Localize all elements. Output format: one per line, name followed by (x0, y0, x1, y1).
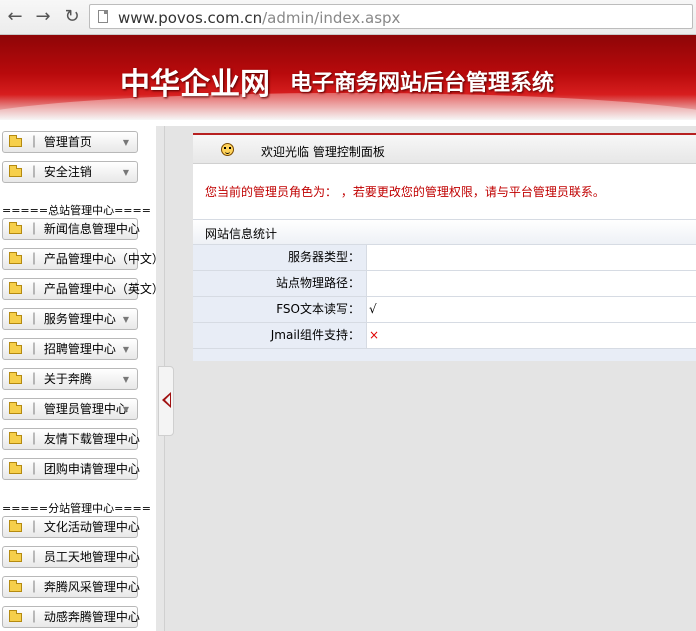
sidebar-item-admins[interactable]: ｜ 管理员管理中心 ▼ (2, 398, 138, 420)
folder-icon (9, 252, 22, 264)
sidebar-item-logout[interactable]: ｜ 安全注销 ▼ (2, 161, 138, 183)
folder-icon (9, 580, 22, 592)
folder-icon (9, 402, 22, 414)
panel-header: 欢迎光临 管理控制面板 (193, 135, 696, 164)
sidebar-item-staff[interactable]: ｜ 员工天地管理中心 (2, 546, 140, 568)
sidebar-item-downloads[interactable]: ｜ 友情下载管理中心 (2, 428, 140, 450)
sidebar-item-label: ｜ 产品管理中心（英文） (28, 282, 156, 296)
stats-section-header: 网站信息统计 (193, 219, 696, 245)
stat-label: FSO文本读写： (193, 297, 367, 322)
folder-icon (9, 462, 22, 474)
table-row: 服务器类型： (193, 245, 696, 271)
sidebar-item-label: ｜ 员工天地管理中心 (28, 550, 140, 564)
panel-header-title: 欢迎光临 管理控制面板 (261, 145, 385, 159)
control-panel: 欢迎光临 管理控制面板 您当前的管理员角色为： ，若要更改您的管理权限，请与平台… (193, 133, 696, 361)
page-icon (98, 10, 108, 23)
sidebar-item-label: ｜ 产品管理中心（中文） (28, 252, 156, 266)
url-text: www.povos.com.cn/admin/index.aspx (118, 9, 400, 27)
sidebar-item-about[interactable]: ｜ 关于奔腾 ▼ (2, 368, 138, 390)
chevron-down-icon: ▼ (122, 315, 129, 324)
folder-icon (9, 222, 22, 234)
chevron-down-icon: ▼ (122, 345, 129, 354)
sidebar-menu: ｜ 管理首页 ▼ ｜ 安全注销 ▼ =====总站管理中心==== ｜ 新闻信息… (0, 126, 156, 631)
group-title-sub-site: =====分站管理中心==== (2, 502, 151, 515)
banner-subtitle: 电子商务网站后台管理系统 (290, 71, 555, 96)
role-notice: 您当前的管理员角色为： ，若要更改您的管理权限，请与平台管理员联系。 (205, 185, 605, 199)
sidebar-item-label: ｜ 招聘管理中心 (28, 342, 116, 356)
panel-footer (193, 349, 696, 361)
folder-icon (9, 432, 22, 444)
url-host: www.povos.com.cn (118, 9, 263, 27)
folder-icon (9, 550, 22, 562)
sidebar-item-label: ｜ 动感奔腾管理中心 (28, 610, 140, 624)
sidebar-item-showcase[interactable]: ｜ 奔腾风采管理中心 (2, 576, 140, 598)
stat-label: Jmail组件支持： (193, 323, 367, 348)
folder-icon (9, 135, 22, 147)
sidebar-item-label: ｜ 奔腾风采管理中心 (28, 580, 140, 594)
sidebar-item-dynamic[interactable]: ｜ 动感奔腾管理中心 (2, 606, 140, 628)
table-row: Jmail组件支持： × (193, 323, 696, 349)
folder-icon (9, 520, 22, 532)
group-title-main-site: =====总站管理中心==== (2, 204, 151, 217)
folder-icon (9, 165, 22, 177)
sidebar-item-products-cn[interactable]: ｜ 产品管理中心（中文） (2, 248, 156, 270)
folder-icon (9, 342, 22, 354)
sidebar-item-label: ｜ 管理员管理中心 (28, 402, 128, 416)
sidebar-item-label: ｜ 友情下载管理中心 (28, 432, 140, 446)
sidebar-item-recruitment[interactable]: ｜ 招聘管理中心 ▼ (2, 338, 138, 360)
sidebar-item-label: ｜ 服务管理中心 (28, 312, 116, 326)
address-bar[interactable]: www.povos.com.cn/admin/index.aspx (89, 4, 693, 29)
folder-icon (9, 312, 22, 324)
folder-icon (9, 372, 22, 384)
chevron-down-icon: ▼ (122, 138, 129, 147)
url-path: /admin/index.aspx (262, 9, 401, 27)
table-row: FSO文本读写： √ (193, 297, 696, 323)
sidebar-item-products-en[interactable]: ｜ 产品管理中心（英文） (2, 278, 156, 300)
chevron-down-icon: ▼ (122, 168, 129, 177)
sidebar-item-label: ｜ 安全注销 (28, 165, 92, 179)
collapse-sidebar-button[interactable] (158, 366, 174, 436)
arrow-right-icon[interactable]: → (32, 6, 54, 28)
folder-icon (9, 610, 22, 622)
sidebar-item-label: ｜ 团购申请管理中心 (28, 462, 140, 476)
sidebar-item-label: ｜ 关于奔腾 (28, 372, 92, 386)
check-icon: √ (369, 302, 377, 316)
smiley-icon (221, 143, 234, 156)
folder-icon (9, 282, 22, 294)
sidebar-item-admin-home[interactable]: ｜ 管理首页 ▼ (2, 131, 138, 153)
sidebar-item-group-buy[interactable]: ｜ 团购申请管理中心 (2, 458, 140, 480)
reload-icon[interactable]: ↻ (61, 6, 83, 28)
banner-title: 中华企业网 (120, 67, 270, 102)
sidebar-item-news[interactable]: ｜ 新闻信息管理中心 (2, 218, 140, 240)
triangle-left-icon (162, 392, 171, 408)
stats-section-title: 网站信息统计 (205, 227, 278, 241)
sidebar-item-services[interactable]: ｜ 服务管理中心 ▼ (2, 308, 138, 330)
cross-icon: × (369, 328, 380, 342)
chevron-down-icon: ▼ (122, 375, 129, 384)
arrow-left-icon[interactable]: ← (4, 6, 26, 28)
site-banner: 中华企业网 电子商务网站后台管理系统 (0, 35, 696, 120)
sidebar-item-label: ｜ 管理首页 (28, 135, 92, 149)
chevron-down-icon: ▼ (122, 405, 129, 414)
stat-label: 站点物理路径： (193, 271, 367, 296)
table-row: 站点物理路径： (193, 271, 696, 297)
stat-label: 服务器类型： (193, 245, 367, 270)
sidebar-item-culture[interactable]: ｜ 文化活动管理中心 (2, 516, 140, 538)
browser-toolbar: ← → ↻ www.povos.com.cn/admin/index.aspx (0, 0, 696, 35)
sidebar-item-label: ｜ 新闻信息管理中心 (28, 222, 140, 236)
sidebar-item-label: ｜ 文化活动管理中心 (28, 520, 140, 534)
